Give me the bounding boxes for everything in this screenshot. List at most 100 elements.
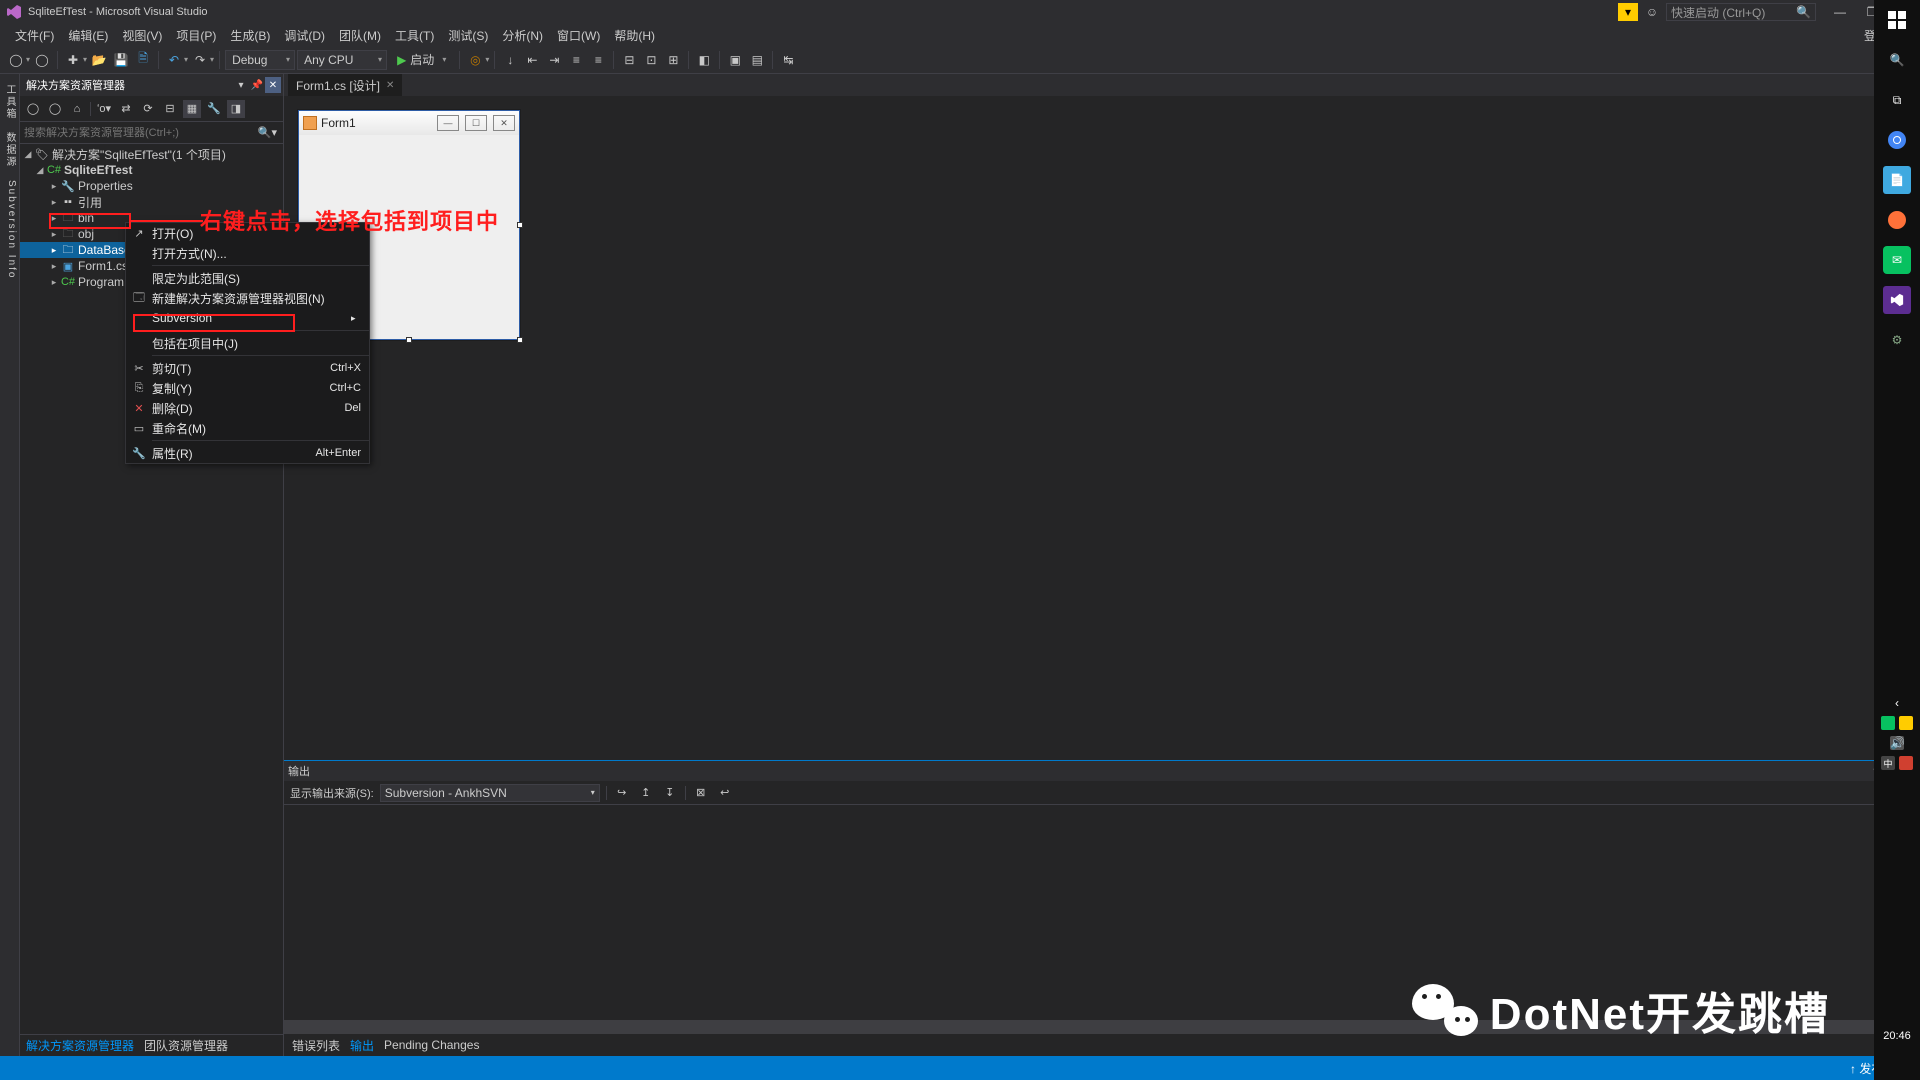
menu-tools[interactable]: 工具(T) [388,25,441,46]
cm-properties[interactable]: 🔧属性(R)Alt+Enter [126,443,369,463]
sol-pending-icon[interactable]: ʻo▾ [95,100,113,118]
cm-delete[interactable]: ✕删除(D)Del [126,398,369,418]
left-tab-svninfo[interactable]: Subversion Info [0,174,19,286]
tree-project[interactable]: ◢C# SqliteEfTest [20,162,283,178]
cm-rename[interactable]: ▭重命名(M) [126,418,369,438]
cm-new-view[interactable]: 🗔新建解决方案资源管理器视图(N) [126,288,369,308]
sol-sync-icon[interactable]: ⇄ [117,100,135,118]
resize-handle[interactable] [406,337,412,343]
menu-file[interactable]: 文件(F) [8,25,61,46]
center-icon[interactable]: ⊡ [641,50,661,70]
menu-edit[interactable]: 编辑(E) [61,25,115,46]
cm-scope[interactable]: 限定为此范围(S) [126,268,369,288]
sol-collapse-icon[interactable]: ⊟ [161,100,179,118]
start-button[interactable]: ▶启动▾ [389,51,454,68]
menu-view[interactable]: 视图(V) [115,25,169,46]
tray-icon[interactable] [1899,716,1913,730]
tree-properties[interactable]: ▸🔧 Properties [20,178,283,194]
redo-icon[interactable]: ↷ [190,50,210,70]
nav-fwd-icon[interactable]: ◯ [32,50,52,70]
solution-search-input[interactable] [24,127,279,139]
tray-volume-icon[interactable]: 🔊 [1890,736,1904,750]
tab-order-icon[interactable]: ↹ [778,50,798,70]
task-firefox-icon[interactable] [1883,206,1911,234]
sol-back-icon[interactable]: ◯ [24,100,42,118]
sol-home-icon[interactable]: ⌂ [68,100,86,118]
grid-icon[interactable]: ⊞ [663,50,683,70]
resize-handle[interactable] [517,337,523,343]
quick-launch-input[interactable]: 快速启动 (Ctrl+Q) 🔍 [1666,3,1816,21]
output-clear-icon[interactable]: ⊠ [692,784,710,802]
tab-error-list[interactable]: 错误列表 [292,1037,340,1054]
task-notepad-icon[interactable]: 📄 [1883,166,1911,194]
minimize-button[interactable]: — [1824,1,1856,23]
output-source-combo[interactable]: Subversion - AnkhSVN [380,784,600,802]
notification-flag-icon[interactable]: ▾ [1618,3,1638,21]
open-file-icon[interactable]: 📂 [89,50,109,70]
menu-help[interactable]: 帮助(H) [607,25,662,46]
task-settings-icon[interactable]: ⚙ [1883,326,1911,354]
dock-icon[interactable]: ◧ [694,50,714,70]
left-tab-toolbox[interactable]: 工具箱 [0,78,19,126]
design-surface[interactable]: Form1 — ☐ ✕ [284,96,1920,760]
output-goto-icon[interactable]: ↪ [613,784,631,802]
output-wrap-icon[interactable]: ↩ [716,784,734,802]
undo-icon[interactable]: ↶ [164,50,184,70]
indent-less-icon[interactable]: ⇤ [522,50,542,70]
feedback-icon[interactable]: ☺ [1642,3,1662,21]
cm-subversion[interactable]: Subversion▸ [126,308,369,328]
menu-window[interactable]: 窗口(W) [550,25,607,46]
tray-icon[interactable] [1881,716,1895,730]
left-tab-datasources[interactable]: 数据源 [0,126,19,174]
panel-pin-icon[interactable]: 📌 [249,77,265,93]
cm-open-with[interactable]: 打开方式(N)... [126,243,369,263]
send-back-icon[interactable]: ▣ [725,50,745,70]
tab-pending-changes[interactable]: Pending Changes [384,1038,479,1052]
task-chrome-icon[interactable] [1883,126,1911,154]
new-project-icon[interactable]: ✚ [63,50,83,70]
tray-ime-icon[interactable]: 中 [1881,756,1895,770]
uncomment-icon[interactable]: ≡ [588,50,608,70]
solution-search[interactable]: 🔍▾ [20,122,283,144]
nav-back-icon[interactable]: ◯ [6,50,26,70]
browser-link-icon[interactable]: ◎ [465,50,485,70]
tab-solution-explorer[interactable]: 解决方案资源管理器 [26,1037,134,1054]
platform-combo[interactable]: Any CPU [297,50,387,70]
save-all-icon[interactable]: 🗎 [133,50,153,70]
task-search-icon[interactable]: 🔍 [1883,46,1911,74]
comment-icon[interactable]: ≡ [566,50,586,70]
panel-close-icon[interactable]: ✕ [265,77,281,93]
sol-refresh-icon[interactable]: ⟳ [139,100,157,118]
save-icon[interactable]: 💾 [111,50,131,70]
output-next-icon[interactable]: ↧ [661,784,679,802]
tree-solution[interactable]: ◢🏷 解决方案"SqliteEfTest"(1 个项目) [20,146,283,162]
tab-team-explorer[interactable]: 团队资源管理器 [144,1037,228,1054]
cm-cut[interactable]: ✂剪切(T)Ctrl+X [126,358,369,378]
sol-showall-icon[interactable]: ▦ [183,100,201,118]
menu-team[interactable]: 团队(M) [332,25,388,46]
tray-expand-icon[interactable]: ‹ [1895,696,1899,710]
taskbar-clock[interactable]: 20:46 [1883,1030,1911,1042]
menu-project[interactable]: 项目(P) [169,25,223,46]
menu-debug[interactable]: 调试(D) [277,25,332,46]
output-prev-icon[interactable]: ↥ [637,784,655,802]
document-tab[interactable]: Form1.cs [设计] ✕ [288,74,402,96]
task-vs-icon[interactable] [1883,286,1911,314]
step-into-icon[interactable]: ↓ [500,50,520,70]
tab-close-icon[interactable]: ✕ [386,80,394,91]
sol-properties-icon[interactable]: 🔧 [205,100,223,118]
tab-output[interactable]: 输出 [350,1037,374,1054]
cm-include-in-project[interactable]: 包括在项目中(J) [126,333,369,353]
tray-icon[interactable] [1899,756,1913,770]
menu-build[interactable]: 生成(B) [223,25,277,46]
task-windows-icon[interactable] [1883,6,1911,34]
config-combo[interactable]: Debug [225,50,295,70]
task-taskview-icon[interactable]: ⧉ [1883,86,1911,114]
panel-dropdown-icon[interactable]: ▾ [233,77,249,93]
cm-copy[interactable]: ⎘复制(Y)Ctrl+C [126,378,369,398]
task-wechat-icon[interactable]: ✉ [1883,246,1911,274]
menu-test[interactable]: 测试(S) [441,25,495,46]
indent-more-icon[interactable]: ⇥ [544,50,564,70]
align-icon[interactable]: ⊟ [619,50,639,70]
bring-front-icon[interactable]: ▤ [747,50,767,70]
